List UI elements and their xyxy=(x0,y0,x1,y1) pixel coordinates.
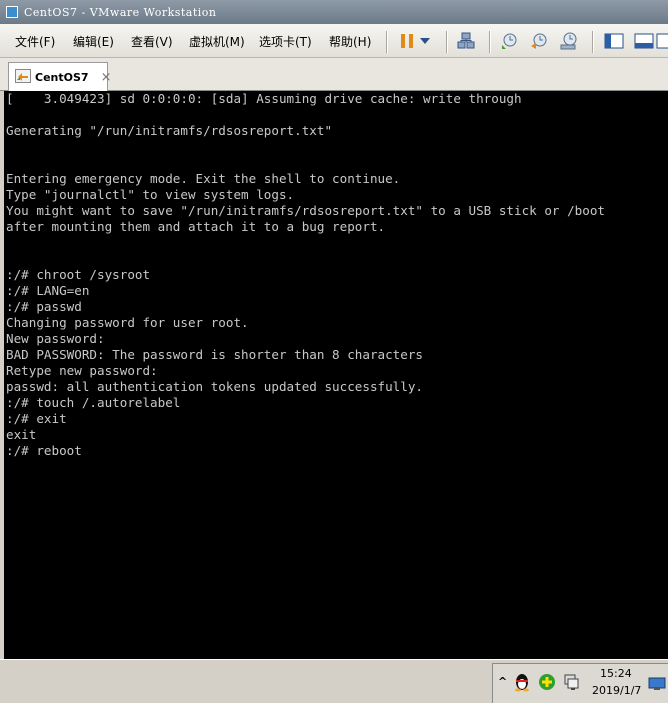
console-line: :/# reboot xyxy=(6,443,82,458)
menu-help[interactable]: 帮助(H) xyxy=(329,33,371,50)
vm-console[interactable]: [ 3.049423] sd 0:0:0:0: [sda] Assuming d… xyxy=(4,91,668,659)
snapshot-take-icon[interactable] xyxy=(498,30,520,52)
green-plus-icon[interactable] xyxy=(538,673,556,695)
menu-tabs[interactable]: 选项卡(T) xyxy=(259,33,312,50)
network-computer-icon[interactable] xyxy=(562,673,580,695)
menu-vm[interactable]: 虚拟机(M) xyxy=(189,33,245,50)
menu-file[interactable]: 文件(F) xyxy=(15,33,55,50)
toolbar-separator xyxy=(592,31,594,53)
tab-label: CentOS7 xyxy=(35,70,89,84)
console-line: BAD PASSWORD: The password is shorter th… xyxy=(6,347,424,362)
console-view-icon[interactable] xyxy=(633,30,655,52)
vm-tab-icon xyxy=(15,68,31,87)
console-line: Type "journalctl" to view system logs. xyxy=(6,187,295,202)
console-line: after mounting them and attach it to a b… xyxy=(6,219,386,234)
tab-centos7[interactable]: CentOS7 × xyxy=(8,62,111,91)
console-line: New password: xyxy=(6,331,105,346)
toolbar-separator xyxy=(386,31,388,53)
menu-bar: 文件(F) 编辑(E) 查看(V) 虚拟机(M) 选项卡(T) 帮助(H) xyxy=(0,24,668,58)
console-line: [ 3.049423] sd 0:0:0:0: [sda] Assuming d… xyxy=(6,91,522,106)
qq-penguin-icon[interactable] xyxy=(513,672,531,696)
tray-time: 15:24 xyxy=(600,667,632,680)
sidebar-library-icon[interactable] xyxy=(603,30,625,52)
window-title: CentOS7 - VMware Workstation xyxy=(24,5,217,19)
console-line: Generating "/run/initramfs/rdsosreport.t… xyxy=(6,123,333,138)
console-line: Changing password for user root. xyxy=(6,315,249,330)
send-ctrl-alt-del-icon[interactable] xyxy=(455,30,477,52)
tab-strip: CentOS7 × xyxy=(0,58,668,91)
console-line: :/# LANG=en xyxy=(6,283,90,298)
menu-view[interactable]: 查看(V) xyxy=(131,33,173,50)
console-line: :/# passwd xyxy=(6,299,82,314)
title-bar: CentOS7 - VMware Workstation xyxy=(0,0,668,24)
tray-expand-icon[interactable]: ^ xyxy=(498,675,507,688)
console-line: You might want to save "/run/initramfs/r… xyxy=(6,203,605,218)
pause-icon[interactable] xyxy=(396,30,418,52)
menu-edit[interactable]: 编辑(E) xyxy=(73,33,114,50)
vmware-app-icon xyxy=(6,6,18,18)
console-line: :/# touch /.autorelabel xyxy=(6,395,181,410)
toolbar-separator xyxy=(446,31,448,53)
fullscreen-icon[interactable] xyxy=(656,30,668,52)
snapshot-revert-icon[interactable] xyxy=(528,30,550,52)
toolbar-separator xyxy=(489,31,491,53)
console-line: Retype new password: xyxy=(6,363,158,378)
monitor-icon[interactable] xyxy=(648,676,666,695)
console-line: passwd: all authentication tokens update… xyxy=(6,379,424,394)
console-line: :/# chroot /sysroot xyxy=(6,267,151,282)
console-line: :/# exit xyxy=(6,411,67,426)
snapshot-manager-icon[interactable] xyxy=(558,30,580,52)
console-line: exit xyxy=(6,427,37,442)
console-line: Entering emergency mode. Exit the shell … xyxy=(6,171,401,186)
dropdown-arrow-icon[interactable] xyxy=(417,30,433,52)
tab-close-icon[interactable]: × xyxy=(101,71,112,84)
tray-date: 2019/1/7 xyxy=(592,684,642,697)
